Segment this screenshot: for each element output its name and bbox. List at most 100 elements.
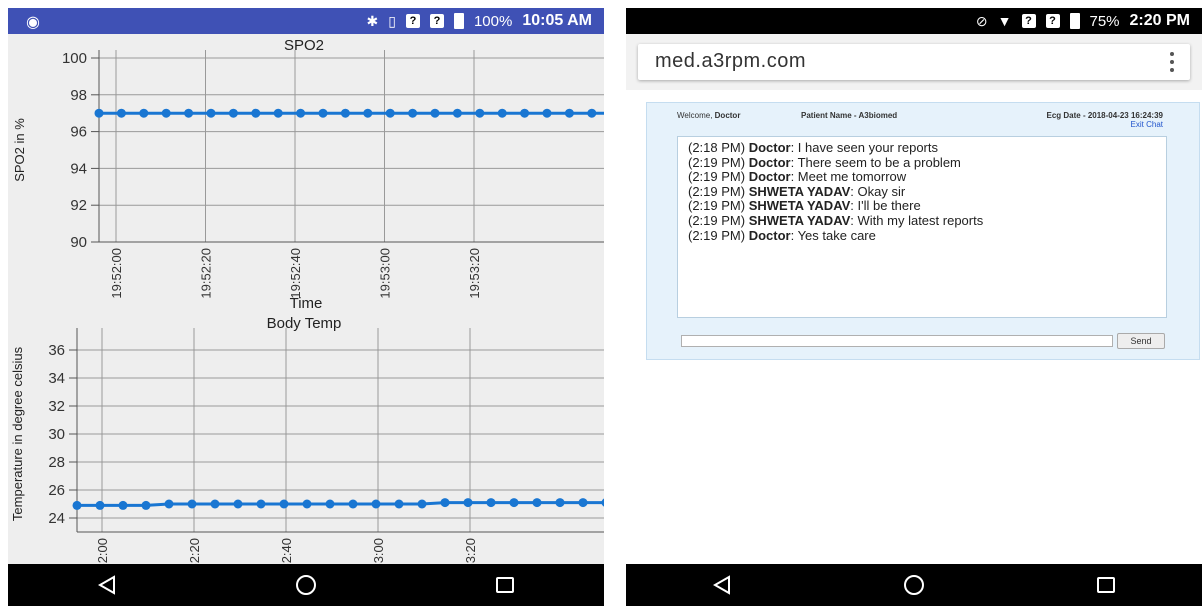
series-line [77,501,604,507]
chat-message: (2:19 PM) Doctor: Meet me tomorrow [688,169,1156,185]
chat-message: (2:19 PM) SHWETA YADAV: With my latest r… [688,212,1156,229]
message-sender: SHWETA YADAV [748,212,851,228]
battery-percent: 100% [473,12,513,30]
data-point [497,108,507,118]
data-point [325,499,335,509]
data-point [564,108,574,118]
y-tick-label: 90 [70,234,87,251]
data-point [348,499,358,509]
chat-message: (2:19 PM) Doctor: There seem to be a pro… [688,154,1156,171]
welcome-label: Welcome, [677,111,713,120]
battery-percent: 75% [1089,12,1120,30]
data-point [206,108,216,118]
data-point [210,499,220,509]
home-button[interactable] [276,564,336,606]
data-point [95,500,105,510]
message-time: (2:19 PM) [688,227,749,243]
url-bar[interactable]: med.a3rpm.com [638,44,1190,80]
nav-bar [626,564,1202,606]
back-button[interactable] [692,564,752,606]
x-tick-label: 19:52:20 [199,248,214,299]
data-point [385,108,395,118]
message-text: : Yes take care [790,227,876,243]
data-point [463,498,473,508]
spo2-chart: SPO2 90 92 94 96 98 100 19:52:00 19:52:20 19:52:4… [12,37,604,312]
back-icon [712,575,730,595]
chart-title: Body Temp [267,315,342,332]
back-button[interactable] [77,564,137,606]
message-sender: SHWETA YADAV [748,198,851,214]
y-tick-label: 34 [48,370,65,387]
chat-panel: Welcome, Doctor Patient Name - A3biomed … [646,102,1200,360]
data-point [452,108,462,118]
y-tick-label: 28 [48,454,65,471]
chat-log: (2:18 PM) Doctor: I have seen your repor… [677,136,1167,318]
data-point [184,108,194,118]
data-point [141,500,151,510]
send-button[interactable]: Send [1117,333,1165,349]
x-tick-label: 19:52:40 [279,538,294,564]
recents-button[interactable] [1076,564,1136,606]
y-axis-label: Temperature in degree celsius [10,346,25,521]
home-icon [904,575,924,595]
data-point [408,108,418,118]
patient-name: Patient Name - A3biomed [801,111,898,120]
message-sender: SHWETA YADAV [748,183,851,199]
back-icon [98,575,116,595]
chat-message: (2:19 PM) Doctor: Yes take care [688,227,1156,244]
recents-button[interactable] [475,564,535,606]
x-tick-label: 19:52:20 [187,538,202,564]
data-point [520,108,530,118]
data-point [233,499,243,509]
home-button[interactable] [884,564,944,606]
data-point [394,499,404,509]
data-point [440,498,450,508]
data-point [587,108,597,118]
data-point [509,498,519,508]
x-tick-label: 19:53:00 [378,248,393,299]
data-point [578,498,588,508]
message-text: : I have seen your reports [790,140,938,155]
chat-message: (2:19 PM) SHWETA YADAV: I'll be there [688,199,1156,214]
data-point [116,108,126,118]
x-tick-label: 19:52:00 [109,248,124,299]
data-point [601,498,604,507]
message-time: (2:19 PM) [688,212,749,228]
chat-header: Welcome, Doctor Patient Name - A3biomed … [647,111,1199,131]
data-point [139,108,149,118]
message-time: (2:19 PM) [688,154,749,170]
status-bar: ⊘ ▼ ? ? 75% 2:20 PM [626,8,1202,34]
data-point [187,499,197,509]
y-tick-label: 94 [70,160,87,177]
left-phone-screen: ◉ ✱ ▯ ? ? 100% 10:05 AM SPO2 90 92 94 96 98 10… [8,8,604,606]
sim-icon: ? [1021,14,1036,28]
data-point [94,108,104,118]
y-tick-label: 26 [48,482,65,499]
message-text: : Okay sir [850,183,906,199]
y-tick-label: 24 [48,510,65,527]
welcome-text: Welcome, Doctor [677,111,740,120]
data-point [532,498,542,508]
bluetooth-icon: ✱ [366,13,379,29]
data-point [318,108,328,118]
url-text[interactable]: med.a3rpm.com [655,50,806,73]
y-tick-label: 32 [48,398,65,415]
chat-message: (2:19 PM) SHWETA YADAV: Okay sir [688,183,1156,200]
data-point [430,108,440,118]
overflow-menu-icon[interactable] [1168,50,1176,74]
y-tick-label: 36 [48,342,65,359]
message-sender: Doctor [748,154,791,170]
data-point [340,108,350,118]
chat-message: (2:18 PM) Doctor: I have seen your repor… [688,140,1156,156]
vibrate-icon: ▯ [388,13,396,29]
y-tick-label: 98 [70,87,87,104]
status-bar: ◉ ✱ ▯ ? ? 100% 10:05 AM [8,8,604,34]
message-sender: Doctor [748,227,791,243]
welcome-user: Doctor [714,111,741,120]
message-sender: Doctor [748,140,791,155]
message-input[interactable] [681,335,1113,347]
clock: 10:05 AM [522,12,592,29]
right-phone-screen: ⊘ ▼ ? ? 75% 2:20 PM med.a3rpm.com Welcom… [626,8,1202,606]
data-point [486,498,496,508]
exit-chat-link[interactable]: Exit Chat [1131,120,1163,129]
